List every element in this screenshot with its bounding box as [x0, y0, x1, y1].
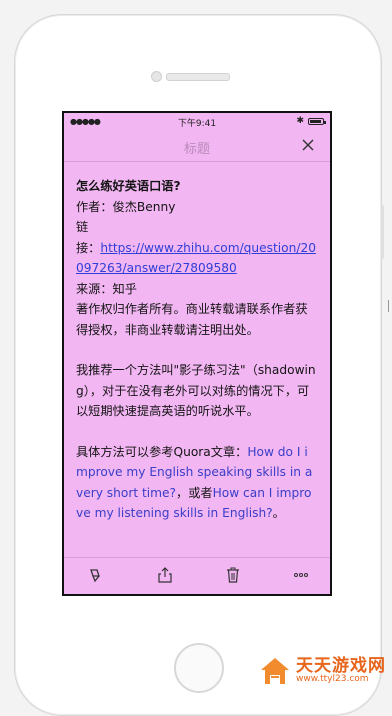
brush-icon[interactable] — [86, 566, 104, 584]
phone-frame: ●●●●● 下午9:41 ✱ 标题 怎么练好英语口语? 作者：俊杰Benny 链… — [14, 14, 384, 716]
copyright-text: 著作权归作者所有。商业转载请联系作者获得授权，非商业转载请注明出处。 — [76, 302, 308, 337]
source-link[interactable]: https://www.zhihu.com/question/20097263/… — [76, 241, 316, 276]
share-icon[interactable] — [156, 566, 174, 584]
trash-icon[interactable] — [224, 566, 242, 584]
quora-prefix: 具体方法可以参考Quora文章： — [76, 444, 248, 459]
edge-mark — [388, 300, 389, 312]
bluetooth-icon: ✱ — [296, 116, 304, 126]
status-right-group: ✱ — [296, 116, 326, 126]
article-source: 来源：知乎 — [76, 281, 137, 296]
side-button — [381, 205, 384, 259]
earpiece-speaker — [166, 73, 230, 81]
more-icon[interactable] — [292, 566, 310, 584]
note-content[interactable]: 怎么练好英语口语? 作者：俊杰Benny 链 接：https://www.zhi… — [64, 162, 330, 524]
home-button[interactable] — [174, 643, 224, 693]
status-bar: ●●●●● 下午9:41 ✱ — [64, 113, 330, 131]
close-icon[interactable] — [300, 137, 316, 153]
link-line: 接：https://www.zhihu.com/question/2009726… — [76, 238, 318, 279]
paragraph-shadowing: 我推荐一个方法叫"影子练习法"（shadowing），对于在没有老外可以对练的情… — [76, 363, 316, 418]
link-prefix-line: 链 — [76, 220, 89, 234]
battery-icon — [308, 117, 326, 125]
watermark-title: 天天游戏网 — [296, 655, 386, 676]
quora-mid: ，或者 — [176, 485, 213, 500]
bottom-toolbar — [64, 557, 330, 594]
nav-bar: 标题 — [64, 131, 330, 162]
watermark-text: 天天游戏网 www.ttyl23.com — [296, 657, 386, 686]
paragraph-quora: 具体方法可以参考Quora文章：How do I improve my Engl… — [76, 442, 318, 524]
phone-screen: ●●●●● 下午9:41 ✱ 标题 怎么练好英语口语? 作者：俊杰Benny 链… — [62, 111, 332, 596]
quora-suffix: 。 — [272, 506, 285, 520]
front-camera — [151, 71, 162, 82]
article-title: 怎么练好英语口语? — [76, 179, 181, 193]
status-time: 下午9:41 — [177, 119, 217, 129]
article-author: 作者：俊杰Benny — [76, 199, 176, 214]
link-prefix: 接： — [76, 240, 101, 255]
watermark-url: www.ttyl23.com — [296, 674, 369, 685]
page-title: 标题 — [183, 142, 210, 157]
watermark: 天天游戏网 www.ttyl23.com — [258, 654, 386, 688]
house-logo-icon — [261, 658, 289, 684]
